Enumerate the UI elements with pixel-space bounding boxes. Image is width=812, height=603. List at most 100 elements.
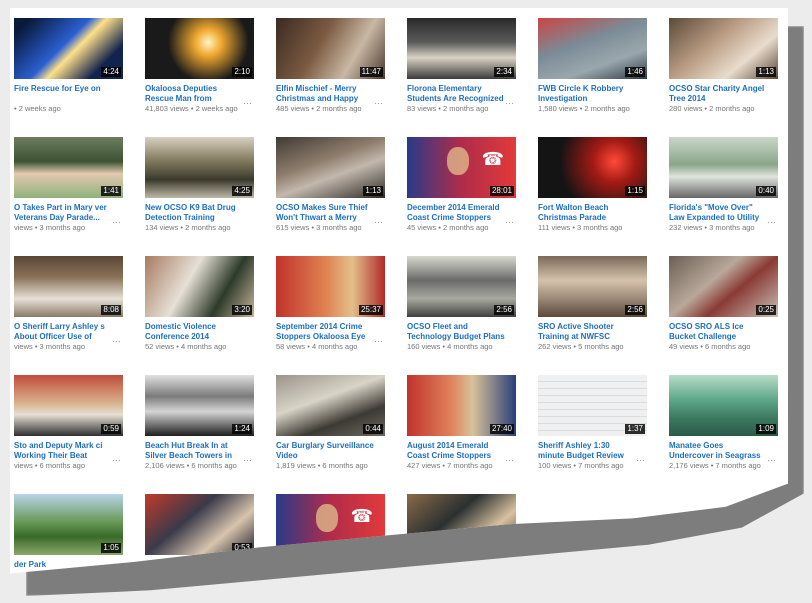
more-options-icon[interactable]: … <box>243 96 252 106</box>
video-thumbnail[interactable]: ☎ 28:01 <box>407 137 516 198</box>
video-tile[interactable]: 0:44 Car Burglary Surveillance Video 1,819… <box>276 375 385 484</box>
more-options-icon[interactable]: … <box>505 215 514 225</box>
video-meta: • 2 weeks ago <box>14 104 61 113</box>
video-tile[interactable]: 27:40 August 2014 Emerald Coast Crime Sto… <box>407 375 516 484</box>
video-meta: views • 3 months ago <box>14 223 85 232</box>
more-options-icon[interactable]: … <box>505 453 514 463</box>
video-tile[interactable]: 1:15 Fort Walton Beach Christmas Parade 11… <box>538 137 647 246</box>
video-tile[interactable]: 8:08 O Sheriff Larry Ashley s About Offic… <box>14 256 123 365</box>
video-title-link[interactable]: Florona Elementary Students Are Recogniz… <box>407 84 516 104</box>
more-options-icon[interactable]: … <box>374 96 383 106</box>
video-title-link[interactable]: Sheriff Ashley 1:30 minute Budget Review… <box>538 441 647 461</box>
video-title-link[interactable]: SRO Active Shooter Training at NWFSC <box>538 322 647 342</box>
video-title-link[interactable]: Fire Rescue for Eye on <box>14 84 123 104</box>
video-thumbnail[interactable]: 1:05 <box>14 494 123 555</box>
video-title-link[interactable]: O Takes Part in Mary ver Veterans Day Pa… <box>14 203 123 223</box>
video-title-link[interactable]: OCSO Star Charity Angel Tree 2014 <box>669 84 778 104</box>
more-options-icon[interactable]: … <box>374 334 383 344</box>
video-thumbnail[interactable]: 3:20 <box>145 256 254 317</box>
video-thumbnail[interactable]: 1:15 <box>538 137 647 198</box>
duration-badge: 1:37 <box>625 424 645 434</box>
video-title-link[interactable]: New OCSO K9 Bat Drug Detection Training <box>145 203 254 223</box>
video-thumbnail[interactable]: 1:41 <box>14 137 123 198</box>
more-options-icon[interactable]: … <box>112 453 121 463</box>
video-title-link[interactable]: O Sheriff Larry Ashley s About Officer U… <box>14 322 123 342</box>
video-thumbnail[interactable]: 8:08 <box>14 256 123 317</box>
video-title-link[interactable]: September 2014 Crime Stoppers Okaloosa E… <box>276 322 385 342</box>
video-thumbnail[interactable]: 0:40 <box>669 137 778 198</box>
video-meta: 45 views • 2 months ago <box>407 223 489 232</box>
video-tile[interactable]: 1:13 OCSO Star Charity Angel Tree 2014 280… <box>669 18 778 127</box>
video-title-link[interactable]: Okaloosa Deputies Rescue Man from Burnin… <box>145 84 254 104</box>
video-thumbnail[interactable]: 11:47 <box>276 18 385 79</box>
video-thumbnail[interactable]: 2:56 <box>538 256 647 317</box>
video-title-link[interactable]: Florida's "Move Over" Law Expanded to Ut… <box>669 203 778 223</box>
duration-badge: 1:13 <box>363 186 383 196</box>
video-title-link[interactable]: Elfin Mischief - Merry Christmas and Hap… <box>276 84 385 104</box>
more-options-icon[interactable]: … <box>243 453 252 463</box>
video-tile[interactable]: 3:20 Domestic Violence Conference 2014 52 … <box>145 256 254 365</box>
more-options-icon[interactable]: … <box>505 96 514 106</box>
video-meta: 280 views • 2 months ago <box>669 104 755 113</box>
video-tile[interactable]: 4:25 New OCSO K9 Bat Drug Detection Train… <box>145 137 254 246</box>
video-tile[interactable]: 0:40 Florida's "Move Over" Law Expanded t… <box>669 137 778 246</box>
video-tile[interactable]: 2:56 OCSO Fleet and Technology Budget Pla… <box>407 256 516 365</box>
video-tile[interactable]: ☎ 28:01 December 2014 Emerald Coast Crime … <box>407 137 516 246</box>
video-thumbnail[interactable]: 0:44 <box>276 375 385 436</box>
duration-badge: 0:40 <box>756 186 776 196</box>
video-thumbnail[interactable]: 2:10 <box>145 18 254 79</box>
video-tile[interactable]: 1:37 Sheriff Ashley 1:30 minute Budget Re… <box>538 375 647 484</box>
video-tile[interactable]: 1:46 FWB Circle K Robbery Investigation 1,… <box>538 18 647 127</box>
video-tile[interactable]: 1:09 Manatee Goes Undercover in Seagrass … <box>669 375 778 484</box>
video-title-link[interactable]: OCSO SRO ALS Ice Bucket Challenge <box>669 322 778 342</box>
video-thumbnail[interactable]: 0:25 <box>669 256 778 317</box>
video-thumbnail[interactable]: 2:56 <box>407 256 516 317</box>
video-grid: 4:24 Fire Rescue for Eye on • 2 weeks ago 2… <box>14 18 778 574</box>
more-options-icon[interactable]: … <box>374 215 383 225</box>
video-tile[interactable]: 2:56 SRO Active Shooter Training at NWFSC… <box>538 256 647 365</box>
video-thumbnail[interactable]: 0:53 <box>145 494 254 555</box>
video-title-link[interactable]: Fort Walton Beach Christmas Parade <box>538 203 647 223</box>
video-tile[interactable]: 0:59 Sto and Deputy Mark ci Working Their… <box>14 375 123 484</box>
video-thumbnail[interactable]: 25:37 <box>276 256 385 317</box>
video-title-link[interactable]: OCSO Makes Sure Thief Won't Thwart a Mer… <box>276 203 385 223</box>
video-tile[interactable]: 2:10 Okaloosa Deputies Rescue Man from Bu… <box>145 18 254 127</box>
video-title-link[interactable]: Car Burglary Surveillance Video <box>276 441 385 461</box>
video-thumbnail[interactable]: 27:40 <box>407 375 516 436</box>
video-title-link[interactable]: December 2014 Emerald Coast Crime Stoppe… <box>407 203 516 223</box>
more-options-icon[interactable]: … <box>112 334 121 344</box>
video-thumbnail[interactable]: 1:09 <box>669 375 778 436</box>
video-thumbnail[interactable]: 4:24 <box>14 18 123 79</box>
video-title-link[interactable]: OCSO Fleet and Technology Budget Plans <box>407 322 516 342</box>
video-tile[interactable]: 1:13 OCSO Makes Sure Thief Won't Thwart a… <box>276 137 385 246</box>
duration-badge: 25:37 <box>358 305 383 315</box>
video-tile[interactable]: 25:37 September 2014 Crime Stoppers Okalo… <box>276 256 385 365</box>
video-tile[interactable]: 1:41 O Takes Part in Mary ver Veterans Da… <box>14 137 123 246</box>
video-title-link[interactable]: August 2014 Emerald Coast Crime Stoppers… <box>407 441 516 461</box>
video-thumbnail[interactable]: 1:24 <box>145 375 254 436</box>
video-tile[interactable]: 0:25 OCSO SRO ALS Ice Bucket Challenge 49 … <box>669 256 778 365</box>
more-options-icon[interactable]: … <box>636 453 645 463</box>
video-tile[interactable]: 1:24 Beach Hut Break In at Silver Beach T… <box>145 375 254 484</box>
more-options-icon[interactable]: … <box>112 215 121 225</box>
video-thumbnail[interactable]: 2:34 <box>407 18 516 79</box>
video-thumbnail[interactable]: 1:46 <box>538 18 647 79</box>
duration-badge: 1:13 <box>756 67 776 77</box>
video-thumbnail[interactable]: 0:59 <box>14 375 123 436</box>
video-meta: 100 views • 7 months ago <box>538 461 624 470</box>
video-tile[interactable]: 4:24 Fire Rescue for Eye on • 2 weeks ago <box>14 18 123 127</box>
video-thumbnail[interactable]: 1:13 <box>669 18 778 79</box>
video-title-link[interactable]: Beach Hut Break In at Silver Beach Tower… <box>145 441 254 461</box>
video-thumbnail[interactable]: 4:25 <box>145 137 254 198</box>
video-tile[interactable]: 11:47 Elfin Mischief - Merry Christmas an… <box>276 18 385 127</box>
video-meta: 232 views • 3 months ago <box>669 223 755 232</box>
video-tile[interactable]: 2:34 Florona Elementary Students Are Reco… <box>407 18 516 127</box>
more-options-icon[interactable]: … <box>767 215 776 225</box>
video-title-link[interactable]: Sto and Deputy Mark ci Working Their Bea… <box>14 441 123 461</box>
video-title-link[interactable]: Domestic Violence Conference 2014 <box>145 322 254 342</box>
video-title-link[interactable]: Manatee Goes Undercover in Seagrass in C… <box>669 441 778 461</box>
video-thumbnail[interactable]: 1:13 <box>276 137 385 198</box>
video-title-link[interactable]: FWB Circle K Robbery Investigation <box>538 84 647 104</box>
more-options-icon[interactable]: … <box>767 453 776 463</box>
video-thumbnail[interactable]: 1:37 <box>538 375 647 436</box>
